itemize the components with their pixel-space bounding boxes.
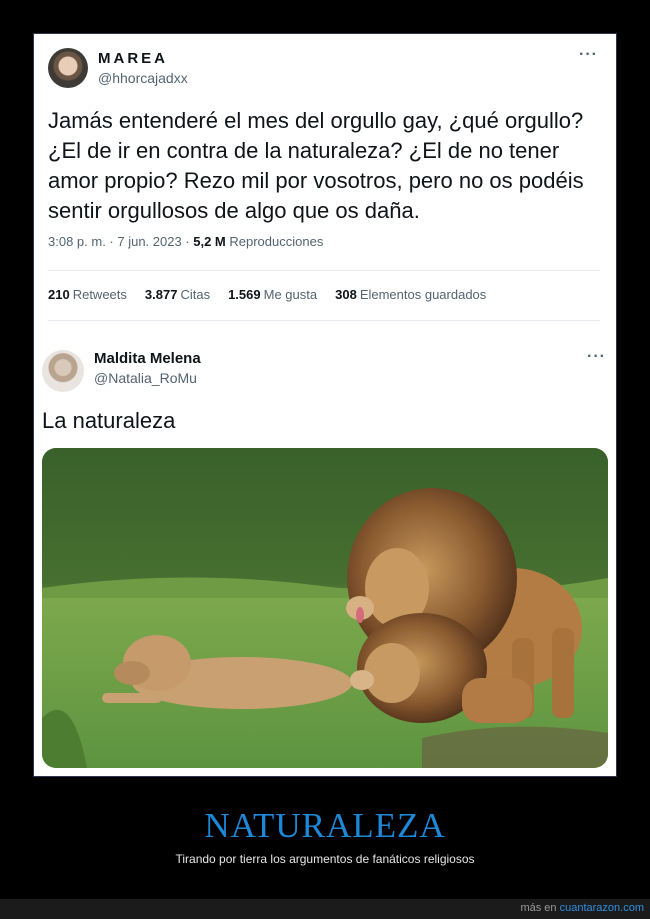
views-count: 5,2 M xyxy=(193,234,226,249)
quotes-stat[interactable]: 3.877 Citas xyxy=(145,287,210,302)
more-options-icon[interactable]: ··· xyxy=(587,348,606,366)
quotes-count: 3.877 xyxy=(144,287,178,302)
likes-stat[interactable]: 1.569 Me gusta xyxy=(228,287,317,302)
likes-label: Me gusta xyxy=(263,287,318,302)
lions-photo[interactable] xyxy=(42,448,608,768)
footer-credit: más en cuantarazon.com xyxy=(520,902,644,914)
footer-bar: más en cuantarazon.com xyxy=(0,899,650,919)
footer-prefix: más en xyxy=(520,902,560,914)
quotes-label: Citas xyxy=(180,287,211,302)
user-handle[interactable]: @hhorcajadxx xyxy=(98,70,188,86)
views-label: Reproducciones xyxy=(225,234,324,249)
bookmarks-count: 308 xyxy=(335,287,357,302)
lions-photo-illustration xyxy=(42,448,608,768)
tweet-marea: MAREA @hhorcajadxx ··· Jamás entenderé e… xyxy=(34,34,616,336)
tweet-maldita-melena: Maldita Melena @Natalia_RoMu ··· La natu… xyxy=(34,336,616,776)
caption-subtitle: Tirando por tierra los argumentos de fan… xyxy=(175,852,475,866)
more-options-icon[interactable]: ··· xyxy=(579,46,598,64)
retweets-stat[interactable]: 210 Retweets xyxy=(48,287,127,302)
divider xyxy=(48,270,600,271)
tweet-stats: 210 Retweets 3.877 Citas 1.569 Me gusta 308… xyxy=(48,287,486,302)
display-name[interactable]: Maldita Melena xyxy=(94,350,201,367)
meme-frame: MAREA @hhorcajadxx ··· Jamás entenderé e… xyxy=(33,33,617,777)
retweets-label: Retweets xyxy=(72,287,127,302)
tweet-meta: 3:08 p. m. · 7 jun. 2023 · 5,2 M Reprodu… xyxy=(48,234,323,249)
timestamp[interactable]: 3:08 p. m. · 7 jun. 2023 · xyxy=(48,234,193,249)
avatar[interactable] xyxy=(48,48,88,88)
bookmarks-stat[interactable]: 308 Elementos guardados xyxy=(335,287,486,302)
avatar[interactable] xyxy=(42,350,84,392)
bookmarks-label: Elementos guardados xyxy=(359,287,487,302)
retweets-count: 210 xyxy=(48,287,70,302)
tweet-text: La naturaleza xyxy=(42,408,176,433)
user-handle[interactable]: @Natalia_RoMu xyxy=(94,370,197,386)
caption-title: NATURALEZA xyxy=(204,806,446,845)
site-link[interactable]: cuantarazon.com xyxy=(560,902,644,914)
tweet-text: Jamás entenderé el mes del orgullo gay, … xyxy=(48,108,584,223)
display-name[interactable]: MAREA xyxy=(98,50,168,67)
divider xyxy=(48,320,600,321)
likes-count: 1.569 xyxy=(228,287,261,302)
